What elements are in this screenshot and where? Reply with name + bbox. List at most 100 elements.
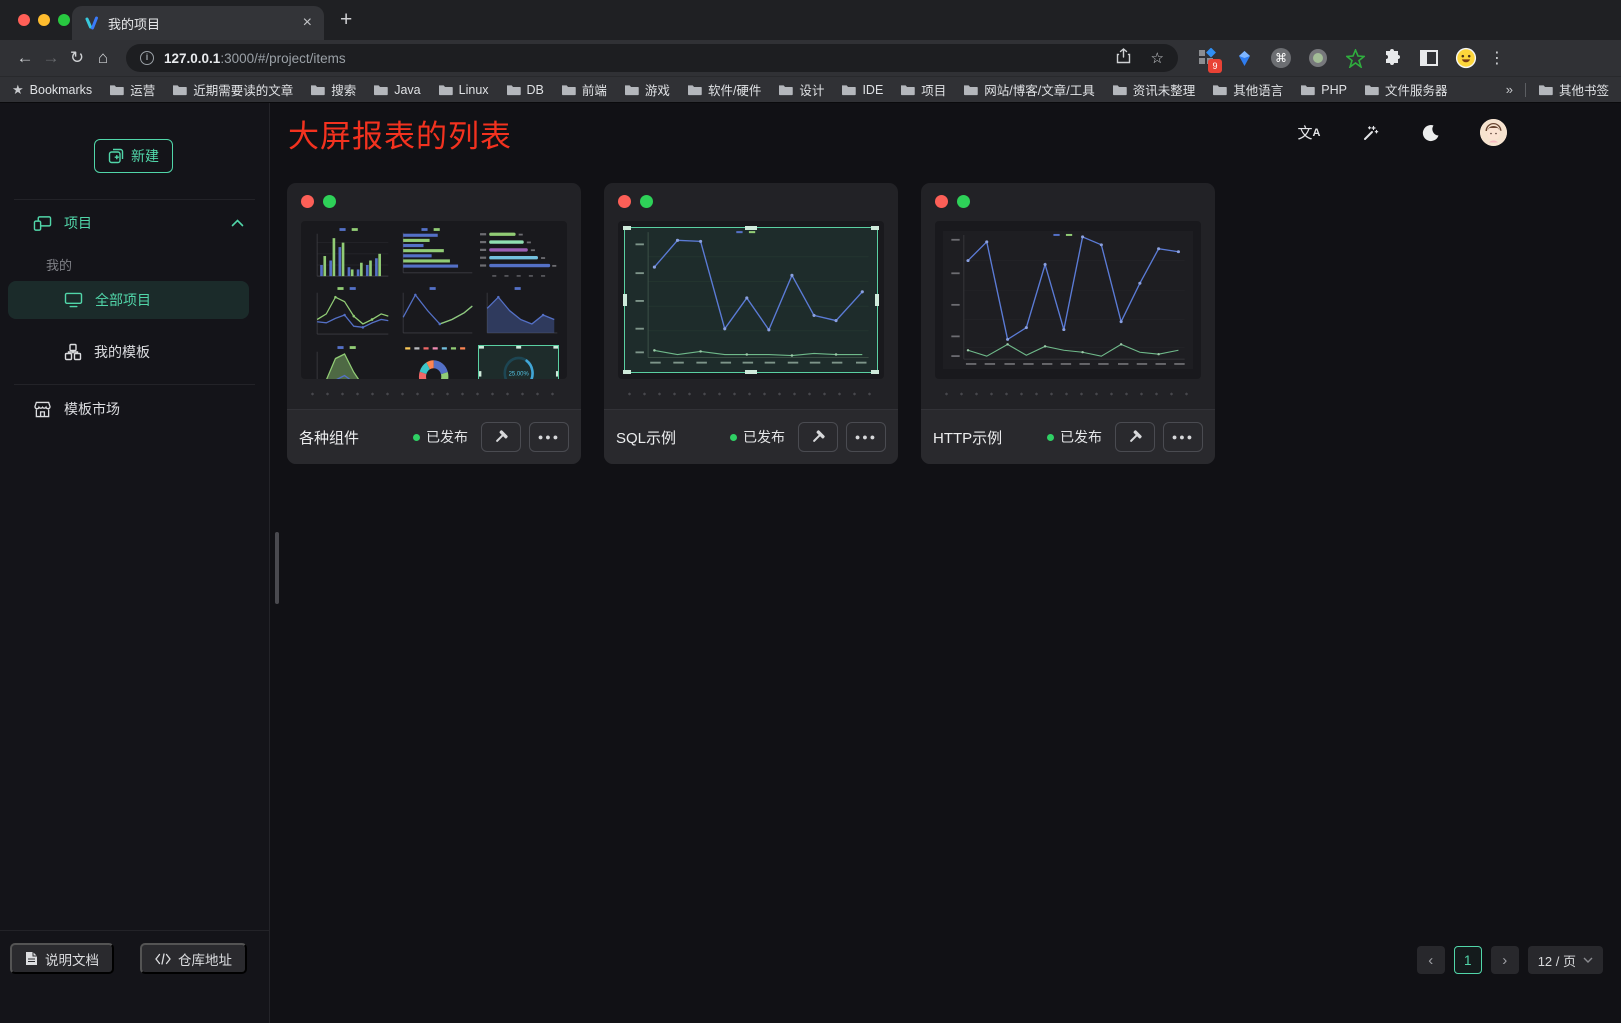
edit-project-button[interactable] (798, 422, 838, 452)
bookmark-folder[interactable]: 设计 (778, 80, 824, 99)
browser-menu-icon[interactable]: ⋮ (1489, 48, 1506, 68)
project-card-list: 25.00% 各种组件 已发布 (287, 183, 1215, 464)
repo-button[interactable]: 仓库地址 (140, 943, 247, 974)
new-project-button[interactable]: 新建 (94, 139, 173, 173)
home-icon[interactable]: ⌂ (90, 48, 116, 68)
project-card[interactable]: HTTP示例 已发布 ●●● (921, 183, 1215, 464)
folder-icon (1364, 83, 1379, 96)
bookmark-folder[interactable]: 资讯未整理 (1112, 80, 1196, 99)
card-window-dots (618, 195, 884, 208)
status-dot-icon (730, 434, 737, 441)
browser-tab-strip: 我的项目 × + (0, 0, 1621, 40)
main-content: 大屏报表的列表 文A (270, 103, 1621, 1023)
user-avatar[interactable] (1480, 119, 1507, 146)
bookmark-folder[interactable]: 软件/硬件 (687, 80, 761, 99)
bookmark-folder[interactable]: 其他语言 (1212, 80, 1283, 99)
extension-command-icon[interactable]: ⌘ (1270, 47, 1292, 69)
divider (14, 384, 255, 385)
current-page-button[interactable]: 1 (1454, 946, 1482, 974)
sidebar-section-project[interactable]: 项目 (0, 205, 269, 241)
bookmark-folder[interactable]: 前端 (561, 80, 607, 99)
extension-gem-icon[interactable] (1233, 47, 1255, 69)
folder-icon (1300, 83, 1315, 96)
window-controls[interactable] (18, 14, 70, 26)
edit-project-button[interactable] (1115, 422, 1155, 452)
browser-tab[interactable]: 我的项目 × (72, 6, 324, 40)
dark-mode-moon-icon[interactable] (1419, 121, 1443, 145)
bookmarks-manager[interactable]: ★ Bookmarks (12, 82, 92, 98)
project-card[interactable]: SQL示例 已发布 ●●● (604, 183, 898, 464)
folder-icon (373, 83, 388, 96)
other-bookmarks[interactable]: 其他书签 (1538, 80, 1609, 99)
bookmark-folder[interactable]: 近期需要读的文章 (172, 80, 293, 99)
project-thumbnail (935, 221, 1201, 379)
more-actions-button[interactable]: ●●● (846, 422, 886, 452)
bookmark-folder-list: 运营 近期需要读的文章 搜索 Java Linux (109, 80, 1489, 99)
bookmark-star-icon[interactable]: ☆ (1151, 49, 1164, 67)
svg-text:25.00%: 25.00% (508, 370, 529, 377)
site-info-icon[interactable]: i (140, 51, 154, 65)
hammer-icon (493, 429, 509, 445)
minimize-window-button[interactable] (38, 14, 50, 26)
chevron-up-icon[interactable] (231, 219, 244, 227)
sidebar-item-template-market[interactable]: 模板市场 (0, 391, 269, 427)
forward-icon[interactable]: → (38, 48, 64, 68)
share-icon[interactable] (1116, 48, 1131, 68)
mini-bar-chart (309, 227, 390, 283)
bookmarks-overflow-icon[interactable]: » (1506, 82, 1513, 97)
bookmark-folder[interactable]: IDE (841, 83, 883, 97)
extension-star-icon[interactable] (1344, 47, 1366, 69)
folder-icon (841, 83, 856, 96)
bookmark-folder[interactable]: 网站/博客/文章/工具 (963, 80, 1094, 99)
extensions-zone: 9 ⌘ (1196, 47, 1477, 69)
sidebar-group-mine: 我的 (0, 251, 269, 277)
prev-page-button[interactable]: ‹ (1417, 946, 1445, 974)
screens-icon (33, 215, 52, 232)
sidebar-item-my-templates[interactable]: 我的模板 (0, 333, 269, 371)
bookmark-folder[interactable]: DB (506, 83, 544, 97)
bookmark-folder[interactable]: Java (373, 83, 420, 97)
project-thumbnail: 25.00% (301, 221, 567, 379)
bookmark-folder[interactable]: Linux (438, 83, 489, 97)
docs-button[interactable]: 说明文档 (10, 943, 114, 974)
url-text[interactable]: 127.0.0.1:3000/#/project/items (164, 51, 1096, 66)
close-window-button[interactable] (18, 14, 30, 26)
scrollbar-thumb[interactable] (275, 532, 279, 604)
extension-grid-icon[interactable]: 9 (1196, 47, 1218, 69)
red-dot-icon (301, 195, 314, 208)
mini-progress-selected: 25.00% (478, 345, 559, 379)
sidebar-item-all-projects[interactable]: 全部项目 (8, 281, 249, 319)
page-title: 大屏报表的列表 (288, 111, 512, 156)
back-icon[interactable]: ← (12, 48, 38, 68)
tab-close-icon[interactable]: × (303, 15, 312, 31)
pagination: ‹ 1 › 12 / 页 (1417, 946, 1603, 974)
folder-icon (109, 83, 124, 96)
reload-icon[interactable]: ↻ (64, 48, 90, 68)
address-bar[interactable]: i 127.0.0.1:3000/#/project/items ☆ (126, 44, 1178, 72)
edit-project-button[interactable] (481, 422, 521, 452)
sidebar-toggle-icon[interactable] (1418, 47, 1440, 69)
extension-record-icon[interactable] (1307, 47, 1329, 69)
more-actions-button[interactable]: ●●● (1163, 422, 1203, 452)
red-dot-icon (935, 195, 948, 208)
extensions-puzzle-icon[interactable] (1381, 47, 1403, 69)
bookmark-folder[interactable]: 项目 (900, 80, 946, 99)
bookmark-folder[interactable]: 运营 (109, 80, 155, 99)
profile-avatar-icon[interactable] (1455, 47, 1477, 69)
bookmark-folder[interactable]: PHP (1300, 83, 1347, 97)
folder-icon (687, 83, 702, 96)
new-tab-button[interactable]: + (340, 8, 352, 32)
bookmark-folder[interactable]: 文件服务器 (1364, 80, 1448, 99)
next-page-button[interactable]: › (1491, 946, 1519, 974)
blocks-icon (64, 343, 82, 361)
more-actions-button[interactable]: ●●● (529, 422, 569, 452)
theme-wand-icon[interactable] (1358, 121, 1382, 145)
maximize-window-button[interactable] (58, 14, 70, 26)
goview-favicon (84, 15, 100, 31)
page-size-select[interactable]: 12 / 页 (1528, 946, 1603, 974)
language-icon[interactable]: 文A (1297, 121, 1321, 145)
bookmark-folder[interactable]: 搜索 (310, 80, 356, 99)
bookmark-folder[interactable]: 游戏 (624, 80, 670, 99)
storefront-icon (33, 401, 52, 418)
project-card[interactable]: 25.00% 各种组件 已发布 (287, 183, 581, 464)
